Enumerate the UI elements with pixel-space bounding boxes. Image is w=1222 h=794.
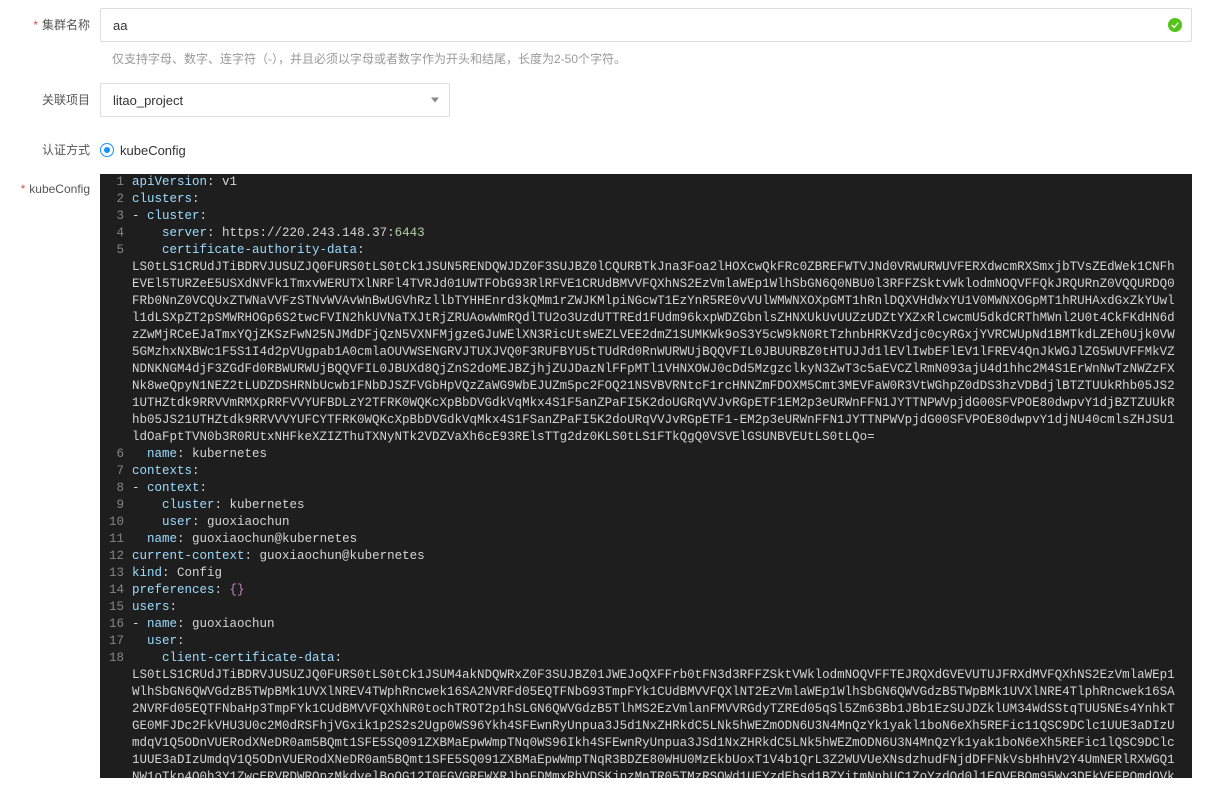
cluster-name-hint: 仅支持字母、数字、连字符（-），并且必须以字母或者数字作为开头和结尾，长度为2-…	[100, 50, 1192, 67]
cluster-form: 集群名称 仅支持字母、数字、连字符（-），并且必须以字母或者数字作为开头和结尾，…	[0, 0, 1222, 778]
project-select[interactable]: litao_project	[100, 83, 450, 117]
label-cluster-name: 集群名称	[0, 8, 100, 33]
auth-radio-label: kubeConfig	[120, 143, 186, 158]
row-kubeconfig: kubeConfig 12345 6789101112131415161718 …	[0, 174, 1222, 778]
label-project: 关联项目	[0, 83, 100, 108]
project-select-value: litao_project	[113, 93, 183, 108]
radio-checked-icon	[100, 143, 114, 157]
label-auth: 认证方式	[0, 133, 100, 158]
chevron-down-icon	[431, 98, 439, 103]
check-circle-icon	[1168, 18, 1182, 32]
label-kubeconfig: kubeConfig	[0, 174, 100, 196]
kubeconfig-editor[interactable]: 12345 6789101112131415161718 apiVersion:…	[100, 174, 1192, 778]
auth-radio-kubeconfig[interactable]: kubeConfig	[100, 143, 186, 158]
row-project: 关联项目 litao_project	[0, 83, 1222, 117]
cluster-name-input[interactable]	[100, 8, 1192, 42]
row-cluster-name: 集群名称 仅支持字母、数字、连字符（-），并且必须以字母或者数字作为开头和结尾，…	[0, 8, 1222, 67]
row-auth: 认证方式 kubeConfig	[0, 133, 1222, 158]
